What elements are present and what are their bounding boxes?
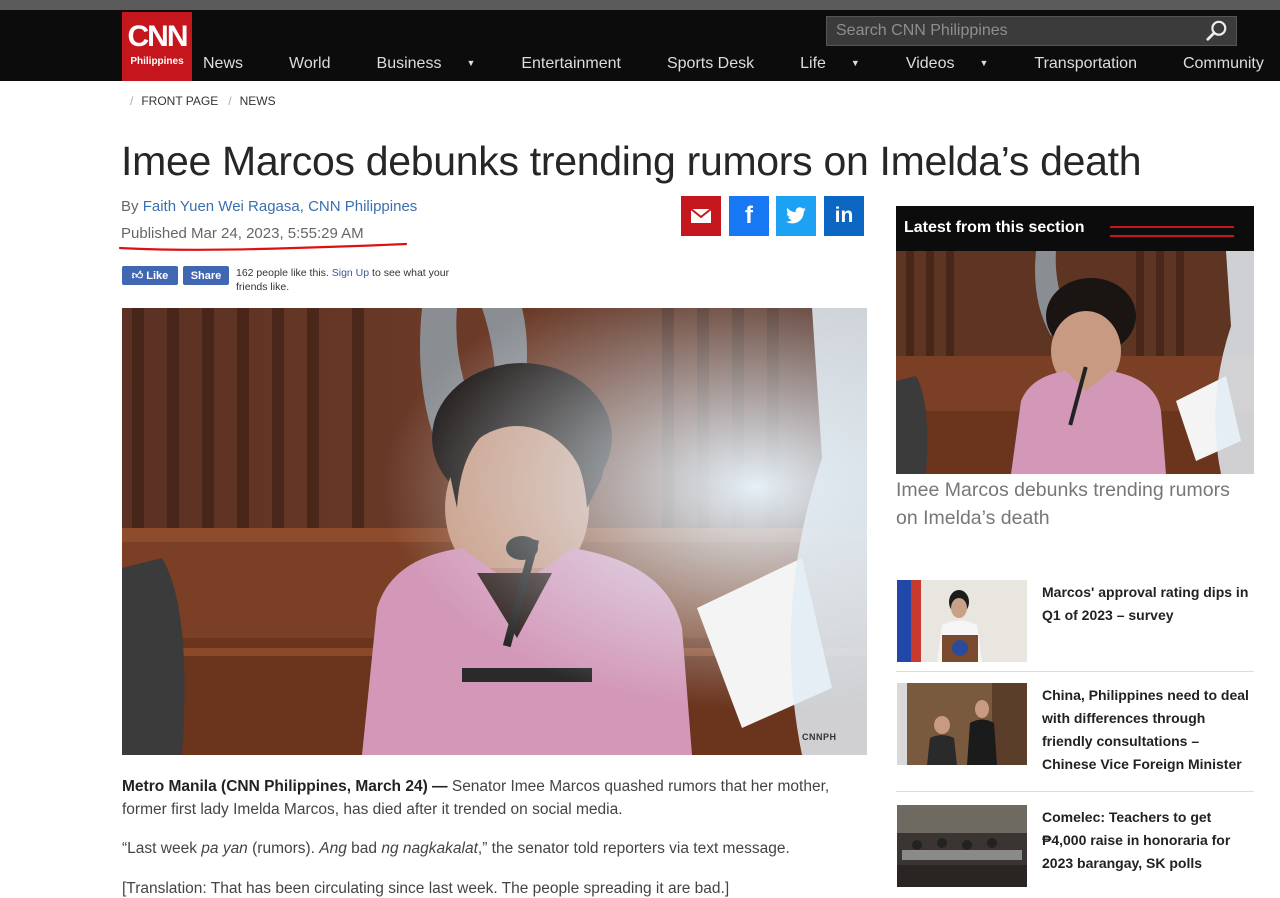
item-thumbnail	[897, 683, 1027, 765]
senate-photo-illustration	[122, 308, 867, 755]
fb-like-button[interactable]: 👍︎ Like	[122, 266, 178, 285]
fb-signup-link[interactable]: Sign Up	[332, 267, 369, 279]
twitter-share-button[interactable]	[776, 196, 816, 236]
item-thumbnail	[897, 580, 1027, 662]
heading-decor-lines	[1110, 226, 1234, 237]
latest-section-heading: Latest from this section	[904, 219, 1085, 236]
featured-thumbnail[interactable]	[896, 251, 1254, 474]
nav-label: Entertainment	[521, 55, 621, 72]
search-box	[826, 16, 1237, 46]
article-main-image	[122, 308, 867, 755]
nav-item-world[interactable]: World	[289, 55, 354, 77]
image-credit: CNNPH	[802, 732, 837, 742]
fb-like-label: Like	[146, 269, 169, 282]
breadcrumb-separator: /	[130, 94, 134, 108]
fb-share-label: Share	[190, 269, 222, 282]
facebook-icon: f	[745, 202, 753, 229]
nav-item-transportation[interactable]: Transportation	[1034, 55, 1160, 77]
nav-item-news[interactable]: News	[203, 55, 266, 77]
caret-down-icon: ▼	[850, 58, 860, 68]
breadcrumb-front-page[interactable]: FRONT PAGE	[141, 94, 218, 108]
quote-part-italic: ng nagkakalat	[381, 840, 478, 857]
breadcrumb-separator: /	[228, 94, 232, 108]
byline: By Faith Yuen Wei Ragasa, CNN Philippine…	[121, 198, 417, 215]
logo-subtext: Philippines	[130, 56, 184, 67]
item-title: Marcos' approval rating dips in Q1 of 20…	[1042, 584, 1249, 623]
quote-part: (rumors).	[247, 840, 320, 857]
browser-top-strip	[0, 0, 1280, 10]
caret-down-icon: ▼	[979, 58, 989, 68]
item-title: China, Philippines need to deal with dif…	[1042, 687, 1249, 772]
featured-title-link[interactable]: Imee Marcos debunks trending rumors on I…	[896, 476, 1236, 532]
nav-item-life[interactable]: Life ▼	[800, 55, 883, 77]
email-share-button[interactable]	[681, 196, 721, 236]
fb-like-count-text: 162 people like this. Sign Up to see wha…	[236, 266, 476, 294]
nav-label: Sports Desk	[666, 55, 755, 72]
nav-item-entertainment[interactable]: Entertainment	[521, 55, 644, 77]
item-title: Comelec: Teachers to get ₱4,000 raise in…	[1042, 809, 1231, 871]
quote-part: bad	[346, 840, 382, 857]
nav-label: News	[203, 55, 244, 72]
quote-part-italic: Ang	[319, 840, 347, 857]
nav-item-videos[interactable]: Videos ▼	[906, 55, 1012, 77]
author-link[interactable]: Faith Yuen Wei Ragasa, CNN Philippines	[143, 198, 418, 215]
divider	[896, 671, 1254, 672]
logo-text: CNN	[127, 20, 189, 53]
email-icon	[690, 208, 712, 223]
cnn-philippines-logo[interactable]: CNN Philippines	[122, 12, 192, 81]
search-input[interactable]	[827, 17, 1197, 45]
quote-part-italic: pa yan	[201, 840, 248, 857]
breadcrumb: / FRONT PAGE / NEWS	[130, 94, 276, 108]
nav-label: Videos	[905, 55, 955, 72]
article-quote-paragraph: “Last week pa yan (rumors). Ang bad ng n…	[122, 840, 862, 858]
nav-label: World	[289, 55, 331, 72]
thumbnail-illustration	[897, 805, 1027, 887]
thumbs-up-icon: 👍︎	[131, 270, 144, 282]
facebook-share-button[interactable]: f	[729, 196, 769, 236]
nav-item-community[interactable]: Community▼	[1183, 55, 1280, 77]
byline-prefix: By	[121, 198, 143, 215]
item-thumbnail	[897, 805, 1027, 887]
nav-label: Transportation	[1034, 55, 1137, 72]
dateline: Metro Manila (CNN Philippines, March 24)…	[122, 778, 448, 795]
nav-label: Business	[376, 55, 442, 72]
nav-item-business[interactable]: Business ▼	[377, 55, 499, 77]
quote-part: “Last week	[122, 840, 202, 857]
divider	[896, 791, 1254, 792]
latest-section-header: Latest from this section	[896, 206, 1254, 251]
article-translation-paragraph: [Translation: That has been circulating …	[122, 880, 730, 897]
red-underline-annotation	[118, 242, 408, 251]
linkedin-icon: in	[834, 204, 854, 227]
thumbnail-illustration	[897, 580, 1027, 662]
main-nav: News World Business ▼ Entertainment Sport…	[203, 55, 1280, 77]
article-title: Imee Marcos debunks trending rumors on I…	[121, 138, 1142, 184]
caret-down-icon: ▼	[466, 58, 476, 68]
search-icon[interactable]	[1206, 20, 1228, 42]
fb-share-button[interactable]: Share	[183, 266, 229, 285]
featured-photo-illustration	[896, 251, 1254, 474]
nav-label: Life	[800, 55, 826, 72]
breadcrumb-news[interactable]: NEWS	[240, 94, 276, 108]
quote-part: ,” the senator told reporters via text m…	[477, 840, 790, 857]
thumbnail-illustration	[897, 683, 1027, 765]
article-lead-paragraph: Metro Manila (CNN Philippines, March 24)…	[122, 775, 862, 821]
twitter-icon	[786, 207, 806, 224]
nav-item-sports-desk[interactable]: Sports Desk	[667, 55, 777, 77]
linkedin-share-button[interactable]: in	[824, 196, 864, 236]
nav-label: Community	[1182, 55, 1264, 72]
fb-count: 162 people like this.	[236, 267, 329, 279]
